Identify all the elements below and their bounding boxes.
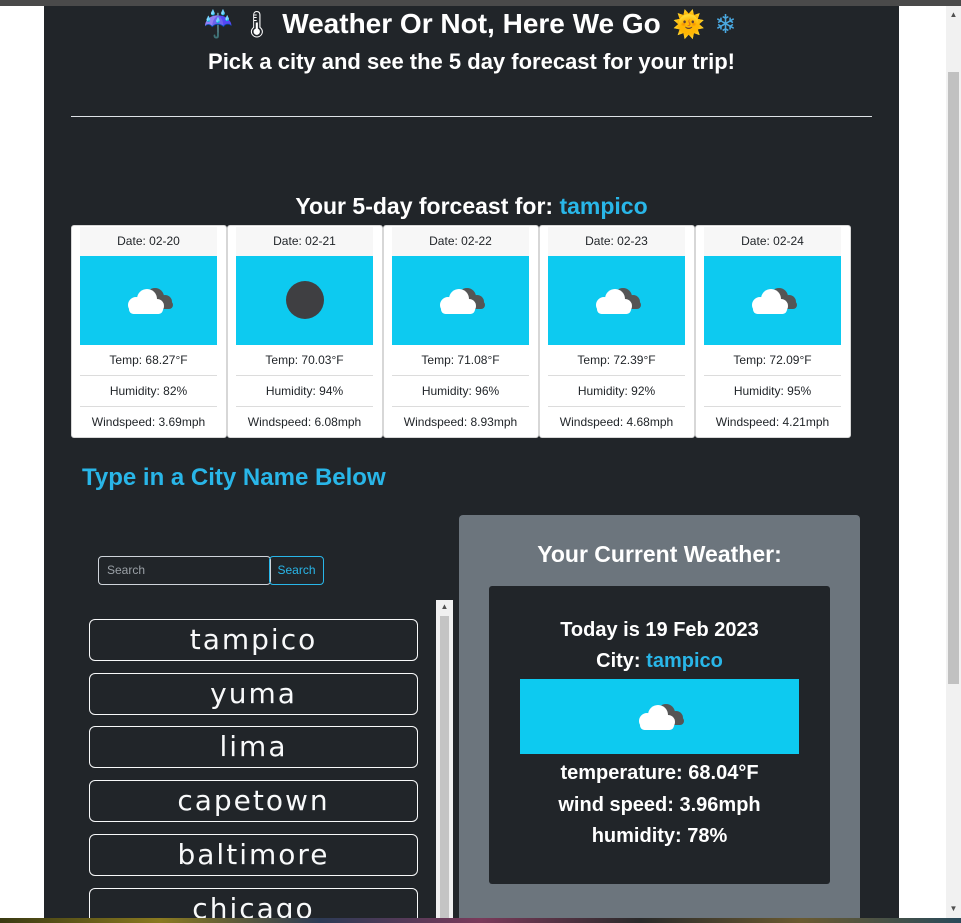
page-content: ☔ 🌡 Weather Or Not, Here We Go 🌞 ❄ Pick a …: [44, 6, 899, 918]
snowflake-icon: ❄: [714, 9, 737, 39]
scroll-up-arrow-icon[interactable]: ▲: [948, 10, 959, 20]
thermometer-icon: 🌡: [240, 9, 274, 39]
current-date: Today is 19 Feb 2023: [560, 619, 759, 641]
forecast-temp: Temp: 72.09°F: [704, 345, 841, 376]
forecast-humidity: Humidity: 95%: [704, 376, 841, 407]
scroll-down-arrow-icon[interactable]: ▼: [948, 904, 959, 914]
scroll-up-arrow-icon[interactable]: ▲: [436, 602, 453, 612]
forecast-card: Date: 02-22 Temp: 71.08°F Humidity: 96% …: [383, 225, 539, 438]
forecast-weather-image: [236, 256, 373, 345]
forecast-date: Date: 02-24: [704, 227, 841, 256]
search-button[interactable]: Search: [269, 556, 324, 585]
forecast-wind: Windspeed: 4.68mph: [559, 415, 674, 429]
scrollbar-thumb[interactable]: [948, 72, 959, 684]
forecast-humidity: Humidity: 96%: [392, 376, 529, 407]
forecast-weather-image: [548, 256, 685, 345]
forecast-wind: Windspeed: 6.08mph: [247, 415, 362, 429]
current-weather-card: Today is 19 Feb 2023 City: tampico tempe…: [489, 586, 830, 884]
forecast-weather-image: [704, 256, 841, 345]
current-weather-title: Your Current Weather:: [537, 541, 782, 567]
current-humidity: humidity: 78%: [591, 825, 728, 847]
forecast-weather-image: [80, 256, 217, 345]
cloud-icon: [128, 288, 173, 314]
forecast-wind: Windspeed: 8.93mph: [403, 415, 518, 429]
sun-face-icon: 🌞: [672, 9, 705, 39]
city-button[interactable]: capetown: [89, 780, 418, 822]
city-button[interactable]: baltimore: [89, 834, 418, 876]
forecast-humidity: Humidity: 82%: [80, 376, 217, 407]
moon-icon: [286, 281, 324, 319]
cloud-icon: [440, 288, 485, 314]
desktop-wallpaper-strip: [0, 918, 961, 923]
current-city: tampico: [646, 650, 723, 672]
page-subtitle: Pick a city and see the 5 day forecast f…: [208, 49, 735, 74]
forecast-card: Date: 02-21 Temp: 70.03°F Humidity: 94% …: [227, 225, 383, 438]
forecast-heading: Your 5-day forceast for: tampico: [44, 192, 899, 220]
forecast-humidity: Humidity: 92%: [548, 376, 685, 407]
cloud-icon: [752, 288, 797, 314]
current-weather-image: [520, 679, 799, 754]
city-list-scrollbar[interactable]: ▲: [436, 600, 453, 918]
forecast-date: Date: 02-20: [80, 227, 217, 256]
header-divider: [71, 116, 872, 117]
scrollbar-thumb[interactable]: [440, 616, 449, 918]
forecast-humidity: Humidity: 94%: [236, 376, 373, 407]
forecast-wind: Windspeed: 4.21mph: [715, 415, 830, 429]
forecast-temp: Temp: 70.03°F: [236, 345, 373, 376]
forecast-weather-image: [392, 256, 529, 345]
forecast-card: Date: 02-20 Temp: 68.27°F Humidity: 82% …: [71, 225, 227, 438]
forecast-wind: Windspeed: 3.69mph: [91, 415, 206, 429]
forecast-date: Date: 02-21: [236, 227, 373, 256]
forecast-temp: Temp: 71.08°F: [392, 345, 529, 376]
forecast-card: Date: 02-23 Temp: 72.39°F Humidity: 92% …: [539, 225, 695, 438]
current-city-label: City:: [596, 650, 641, 672]
cloud-icon: [596, 288, 641, 314]
cloud-icon: [639, 704, 684, 730]
forecast-temp: Temp: 68.27°F: [80, 345, 217, 376]
forecast-date: Date: 02-23: [548, 227, 685, 256]
current-wind: wind speed: 3.96mph: [558, 794, 761, 816]
current-temperature: temperature: 68.04°F: [560, 762, 759, 784]
city-button[interactable]: yuma: [89, 673, 418, 715]
search-placeholder: Search: [107, 563, 146, 577]
forecast-date: Date: 02-22: [392, 227, 529, 256]
current-city-line: City: tampico: [489, 648, 830, 674]
page-title-text: Weather Or Not, Here We Go: [282, 8, 661, 39]
search-input[interactable]: Search: [98, 556, 271, 585]
current-weather-panel: Your Current Weather: Today is 19 Feb 20…: [459, 515, 860, 918]
forecast-city: tampico: [559, 193, 648, 219]
forecast-temp: Temp: 72.39°F: [548, 345, 685, 376]
page-title: ☔ 🌡 Weather Or Not, Here We Go 🌞 ❄: [44, 8, 899, 40]
city-button[interactable]: chicago: [89, 888, 418, 918]
umbrella-icon: ☔: [202, 9, 235, 39]
city-button[interactable]: tampico: [89, 619, 418, 661]
forecast-card: Date: 02-24 Temp: 72.09°F Humidity: 95% …: [695, 225, 851, 438]
city-search-heading: Type in a City Name Below: [82, 464, 386, 491]
city-button[interactable]: lima: [89, 726, 418, 768]
forecast-heading-label: Your 5-day forceast for:: [295, 193, 554, 219]
window-scrollbar[interactable]: ▲ ▼: [946, 6, 961, 918]
